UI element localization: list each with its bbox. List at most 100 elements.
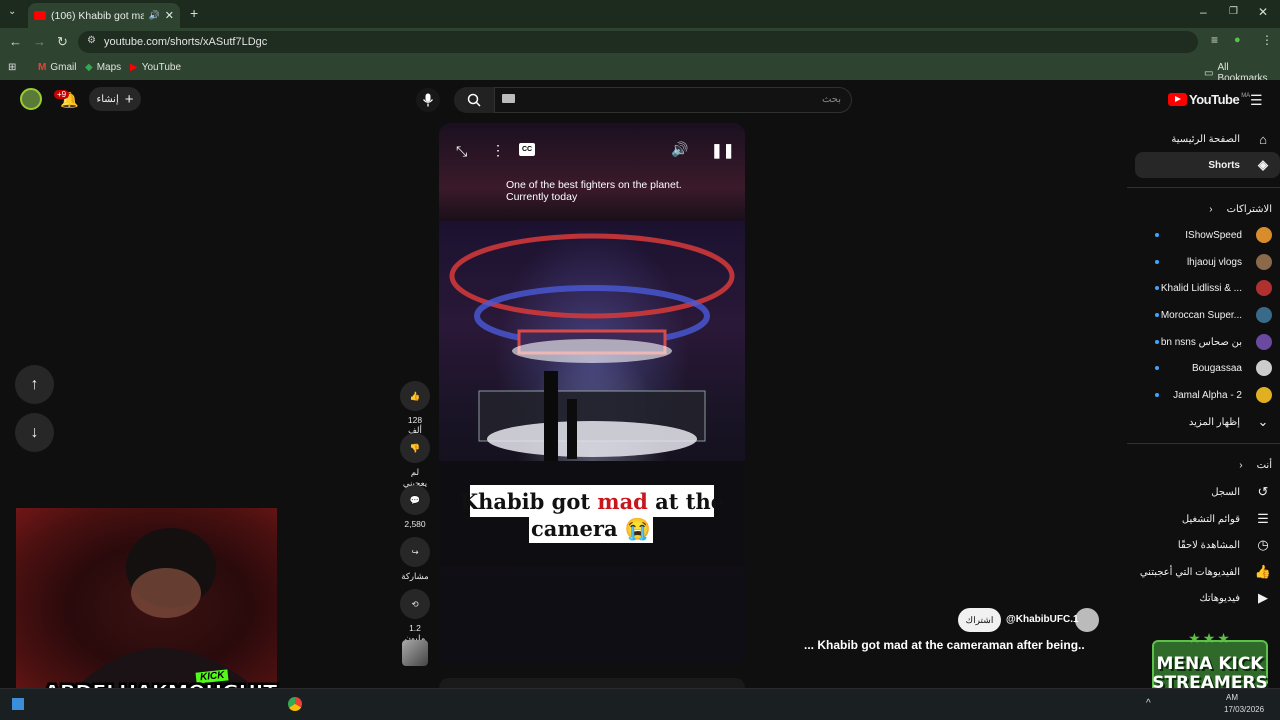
youtube-logo-icon xyxy=(1168,93,1187,106)
bookmark-gmail[interactable]: M Gmail xyxy=(38,62,76,73)
create-button[interactable]: إنشاء + xyxy=(89,87,141,111)
remix-icon[interactable]: ⟲ xyxy=(400,589,430,619)
remix-action[interactable]: ⟲ 1.2 مليون xyxy=(400,589,430,644)
reading-list-icon[interactable]: ≡ xyxy=(1211,33,1218,47)
sidebar-item-playlists[interactable]: قوائم التشغيل ☰ xyxy=(1135,506,1280,532)
hamburger-menu-icon[interactable]: ☰ xyxy=(1250,92,1263,109)
sidebar-item-liked[interactable]: الفيديوهات التي أعجبتني 👍 xyxy=(1135,559,1280,585)
sidebar-subscription[interactable]: Khalid Lidlissi & ... xyxy=(1135,275,1280,301)
next-short-preview[interactable] xyxy=(439,678,745,688)
next-short-button[interactable]: ↓ xyxy=(15,413,54,452)
reload-icon[interactable]: ↻ xyxy=(57,34,68,50)
chevron-down-icon: ⌄ xyxy=(1257,414,1269,429)
subscription-name: Moroccan Super... xyxy=(1160,309,1242,321)
arrow-down-icon: ↓ xyxy=(30,423,39,441)
subscription-name: Bougassaa xyxy=(1191,362,1242,374)
channel-name[interactable]: @KhabibUFC.1 xyxy=(1006,614,1079,625)
apps-icon[interactable]: ⊞ xyxy=(8,62,16,73)
more-options-icon[interactable]: ⋮ xyxy=(491,142,505,159)
tab-audio-icon[interactable]: 🔊 xyxy=(149,10,160,21)
thumbs-up-icon[interactable]: 👍 xyxy=(400,381,430,411)
restore-icon[interactable]: ❐ xyxy=(1229,6,1238,17)
youtube-logo[interactable]: YouTube MA xyxy=(1168,92,1250,107)
back-icon[interactable]: ← xyxy=(9,34,22,49)
pause-icon[interactable]: ❚❚ xyxy=(711,142,734,159)
bookmark-youtube[interactable]: ▶ YouTube xyxy=(130,62,181,73)
minimize-icon[interactable]: – xyxy=(1200,5,1207,19)
site-info-icon[interactable]: ⚙ xyxy=(87,35,96,46)
chrome-taskbar-icon[interactable] xyxy=(288,697,302,711)
streamer-silhouette xyxy=(76,528,256,688)
sidebar-item-watch-later[interactable]: المشاهدة لاحقًا ◷ xyxy=(1135,532,1280,558)
maps-icon: ◆ xyxy=(85,62,93,73)
comments-action[interactable]: 💬 2,580 xyxy=(400,485,430,529)
comment-icon[interactable]: 💬 xyxy=(400,485,430,515)
sidebar-item-your-videos[interactable]: فيديوهاتك ▶ xyxy=(1135,585,1280,611)
url-text: youtube.com/shorts/xASutf7LDgc xyxy=(104,36,268,48)
sound-thumbnail[interactable] xyxy=(402,640,428,666)
menu-dots-icon[interactable]: ⋮ xyxy=(1261,33,1273,47)
sidebar-subscription[interactable]: lhjaouj vlogs xyxy=(1135,249,1280,275)
thumbs-up-icon: 👍 xyxy=(1254,564,1272,579)
captions-icon[interactable]: CC xyxy=(519,143,535,156)
share-action[interactable]: ↪ مشاركة xyxy=(400,537,430,582)
windows-start-icon[interactable] xyxy=(12,698,24,710)
sidebar-divider xyxy=(1127,443,1280,444)
bookmark-maps[interactable]: ◆ Maps xyxy=(85,62,121,73)
search-button[interactable] xyxy=(454,87,494,113)
forward-icon[interactable]: → xyxy=(33,34,46,49)
sidebar-subscription[interactable]: bn nsns بن صحاس xyxy=(1135,329,1280,355)
new-content-dot xyxy=(1155,340,1159,344)
like-action[interactable]: 👍 128 ألف xyxy=(400,381,430,436)
keyboard-icon[interactable] xyxy=(502,94,515,103)
video-title[interactable]: ... Khabib got mad at the cameraman afte… xyxy=(804,638,1085,652)
browser-tab-bar: ⌄ (106) Khabib got mad at th 🔊 ✕ + – ❐ ✕ xyxy=(0,0,1280,28)
sidebar-subscription[interactable]: Bougassaa xyxy=(1135,355,1280,381)
channel-avatar xyxy=(1256,334,1272,350)
browser-tab[interactable]: (106) Khabib got mad at th 🔊 ✕ xyxy=(28,3,180,28)
streamer-webcam xyxy=(16,508,277,688)
youtube-icon: ▶ xyxy=(130,62,138,73)
search-input[interactable]: بحث xyxy=(494,87,852,113)
new-content-dot xyxy=(1155,286,1159,290)
sidebar-item-shorts[interactable]: Shorts ◈ xyxy=(1135,152,1280,178)
tab-close-icon[interactable]: ✕ xyxy=(165,9,174,22)
voice-search-button[interactable] xyxy=(416,88,440,112)
dislike-action[interactable]: 👎 لم يعجبني xyxy=(400,433,430,489)
subscriptions-header[interactable]: › الاشتراكات xyxy=(1135,196,1280,222)
short-video-player[interactable]: One of the best fighters on the planet. … xyxy=(439,123,745,666)
subscribe-button[interactable]: اشتراك xyxy=(958,608,1001,632)
account-avatar[interactable] xyxy=(20,88,42,110)
subscription-name: Khalid Lidlissi & ... xyxy=(1160,282,1242,294)
sidebar-item-home[interactable]: الصفحة الرئيسية ⌂ xyxy=(1135,126,1280,152)
sidebar-subscription[interactable]: Moroccan Super... xyxy=(1135,302,1280,328)
share-icon[interactable]: ↪ xyxy=(400,537,430,567)
arrow-up-icon: ↑ xyxy=(30,375,39,393)
sidebar-divider xyxy=(1127,187,1280,188)
channel-avatar xyxy=(1256,387,1272,403)
show-more-button[interactable]: إظهار المزيد ⌄ xyxy=(1135,409,1280,435)
new-tab-icon[interactable]: + xyxy=(190,5,198,21)
volume-icon[interactable]: 🔊 xyxy=(671,141,688,158)
sidebar-subscription[interactable]: Jamal Alpha - 2 xyxy=(1135,382,1280,408)
new-content-dot xyxy=(1155,260,1159,264)
thumbs-down-icon[interactable]: 👎 xyxy=(400,433,430,463)
youtube-favicon-icon xyxy=(34,11,46,20)
window-close-icon[interactable]: ✕ xyxy=(1258,5,1268,19)
history-icon: ↺ xyxy=(1257,484,1269,499)
address-bar[interactable]: ⚙ youtube.com/shorts/xASutf7LDgc xyxy=(78,31,1198,53)
folder-icon: ▭ xyxy=(1204,67,1214,79)
plus-icon: + xyxy=(124,90,134,108)
extension-icon[interactable]: ● xyxy=(1234,34,1241,46)
playlist-icon: ☰ xyxy=(1257,511,1269,526)
bookmarks-bar: ⊞ M Gmail ◆ Maps ▶ YouTube ▭ All Bookmarks xyxy=(0,56,1280,84)
search-placeholder: بحث xyxy=(821,94,841,105)
previous-short-button[interactable]: ↑ xyxy=(15,365,54,404)
tab-search-icon[interactable]: ⌄ xyxy=(8,6,16,17)
fullscreen-icon[interactable]: ⤡ xyxy=(456,143,467,160)
sidebar-subscription[interactable]: IShowSpeed xyxy=(1135,222,1280,248)
you-header[interactable]: › أنت xyxy=(1135,452,1280,478)
sidebar-item-history[interactable]: السجل ↺ xyxy=(1135,479,1280,505)
tray-chevron-icon[interactable]: ^ xyxy=(1146,698,1151,709)
windows-taskbar: ^ AM 17/03/2026 xyxy=(0,688,1280,720)
